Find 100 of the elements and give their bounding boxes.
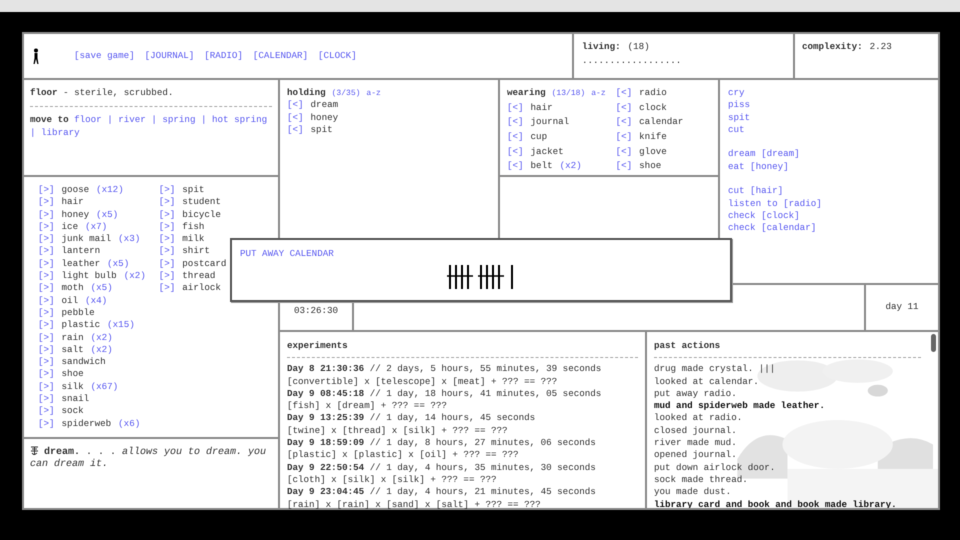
inventory-item: salt bbox=[62, 344, 84, 356]
item-button[interactable]: [>] bbox=[158, 270, 176, 282]
living-label: living: bbox=[582, 41, 621, 54]
item-button[interactable]: [>] bbox=[38, 184, 55, 196]
item-button[interactable]: [>] bbox=[38, 380, 55, 394]
move-label: move to bbox=[30, 114, 69, 126]
item-button[interactable]: [<] bbox=[287, 99, 304, 112]
item-button[interactable]: [>] bbox=[38, 319, 55, 332]
action-link[interactable]: eat [honey] bbox=[728, 160, 789, 172]
action-link[interactable]: cut [hair] bbox=[728, 185, 784, 196]
destination-link[interactable]: river bbox=[118, 114, 146, 126]
inventory-item: postcard bbox=[182, 258, 226, 270]
item-button[interactable]: [>] bbox=[38, 258, 55, 270]
nav-link[interactable]: [RADIO] bbox=[204, 50, 243, 62]
item-quantity: (x2) bbox=[560, 160, 582, 173]
item-button[interactable]: [>] bbox=[38, 196, 55, 209]
item-button[interactable]: [>] bbox=[158, 220, 176, 234]
item-button[interactable]: [>] bbox=[158, 233, 176, 246]
experiment-time: Day 9 23:04:45 // 1 day, 4 hours, 21 minutes, 45 seconds bbox=[287, 486, 597, 499]
sort-link[interactable]: a-z bbox=[366, 88, 381, 100]
experiment-time: Day 9 18:59:09 // 1 day, 8 hours, 27 minutes, 06 seconds bbox=[287, 437, 597, 450]
inventory-item: fish bbox=[182, 220, 204, 234]
sort-link[interactable]: a-z bbox=[591, 88, 606, 100]
item-button[interactable]: [<] bbox=[507, 160, 524, 173]
action-link[interactable]: check [clock] bbox=[728, 210, 800, 221]
item-button[interactable]: [>] bbox=[38, 332, 55, 344]
item-button[interactable]: [>] bbox=[38, 282, 55, 295]
item-button[interactable]: [<] bbox=[507, 131, 524, 144]
item-button[interactable]: [<] bbox=[287, 112, 304, 124]
nav-link[interactable]: [JOURNAL] bbox=[144, 50, 194, 62]
action-link[interactable]: check [calendar] bbox=[728, 222, 816, 234]
item-button[interactable]: [<] bbox=[616, 160, 632, 173]
action-link[interactable]: spit bbox=[728, 112, 750, 123]
inventory-item: snail bbox=[62, 393, 90, 406]
destination-link[interactable]: hot spring bbox=[212, 114, 268, 126]
destination-link[interactable]: spring bbox=[162, 114, 196, 126]
item-quantity: (x15) bbox=[107, 319, 135, 332]
item-quantity: (x6) bbox=[118, 418, 140, 430]
separator: | bbox=[200, 114, 206, 126]
item-button[interactable]: [>] bbox=[158, 245, 176, 258]
action-link[interactable]: cut bbox=[728, 124, 745, 135]
action-link[interactable]: piss bbox=[728, 99, 750, 110]
item-button[interactable]: [<] bbox=[507, 146, 524, 158]
item-quantity: (x3) bbox=[118, 233, 140, 246]
action-link[interactable]: cry bbox=[728, 87, 745, 98]
panel-title: wearing bbox=[507, 87, 546, 100]
nav-link[interactable]: [save game] bbox=[74, 50, 135, 62]
item-button[interactable]: [>] bbox=[38, 294, 55, 307]
item-button[interactable]: [>] bbox=[38, 405, 55, 418]
item-button[interactable]: [>] bbox=[38, 208, 55, 221]
item-button[interactable]: [<] bbox=[616, 116, 632, 129]
inventory-item: moth bbox=[62, 282, 84, 295]
worn-item: knife bbox=[639, 131, 667, 144]
item-button[interactable]: [>] bbox=[38, 306, 55, 320]
item-button[interactable]: [<] bbox=[507, 116, 524, 129]
item-button[interactable]: [<] bbox=[287, 124, 304, 136]
item-button[interactable]: [>] bbox=[158, 282, 176, 295]
past-action: drug made crystal. ||| bbox=[654, 363, 776, 376]
nav-link[interactable]: [CALENDAR] bbox=[252, 50, 308, 62]
item-button[interactable]: [>] bbox=[38, 220, 55, 234]
destination-link[interactable]: floor bbox=[74, 114, 102, 126]
past-action: looked at radio. bbox=[654, 412, 742, 425]
inventory-item: sandwich bbox=[62, 356, 106, 368]
scrollbar-thumb[interactable] bbox=[931, 334, 936, 352]
item-button[interactable]: [>] bbox=[38, 233, 55, 246]
inventory-item: goose bbox=[62, 184, 90, 196]
item-button[interactable]: [>] bbox=[158, 184, 176, 196]
item-button[interactable]: [<] bbox=[616, 146, 632, 158]
action-link[interactable]: listen to [radio] bbox=[728, 198, 822, 209]
item-button[interactable]: [<] bbox=[507, 102, 524, 114]
complexity-value: 2.23 bbox=[870, 41, 892, 54]
separator: | bbox=[30, 126, 36, 138]
past-action: you made dust. bbox=[654, 486, 732, 499]
item-button[interactable]: [>] bbox=[38, 344, 55, 356]
item-button[interactable]: [>] bbox=[38, 418, 55, 430]
item-button[interactable]: [<] bbox=[616, 102, 632, 114]
item-button[interactable]: [<] bbox=[616, 87, 632, 100]
item-quantity: (x2) bbox=[90, 344, 113, 356]
put-away-link[interactable]: PUT AWAY CALENDAR bbox=[240, 248, 334, 260]
living-dots: .................. bbox=[582, 55, 682, 68]
nav-link[interactable]: [CLOCK] bbox=[318, 50, 357, 62]
item-button[interactable]: [>] bbox=[38, 393, 55, 406]
worn-item: glove bbox=[639, 146, 667, 158]
action-link[interactable]: dream [dream] bbox=[728, 148, 800, 160]
tally-marks-drawing bbox=[447, 264, 515, 290]
item-button[interactable]: [>] bbox=[38, 368, 55, 381]
past-action: put down airlock door. bbox=[654, 462, 776, 474]
destination-link[interactable]: library bbox=[41, 126, 80, 138]
item-button[interactable]: [>] bbox=[158, 196, 176, 209]
experiment-time: Day 9 13:25:39 // 1 day, 14 hours, 45 seconds bbox=[287, 412, 536, 425]
item-button[interactable]: [>] bbox=[158, 208, 176, 221]
item-button[interactable]: [>] bbox=[38, 245, 55, 258]
inventory-item: leather bbox=[62, 258, 100, 270]
experiment-recipe: [fish] x [dream] + ??? == ??? bbox=[287, 400, 448, 412]
item-button[interactable]: [>] bbox=[158, 258, 176, 270]
item-button[interactable]: [>] bbox=[38, 356, 55, 368]
item-quantity: (x5) bbox=[107, 258, 130, 270]
item-button[interactable]: [<] bbox=[616, 131, 632, 144]
item-button[interactable]: [>] bbox=[38, 270, 55, 282]
held-item: dream bbox=[310, 99, 338, 112]
